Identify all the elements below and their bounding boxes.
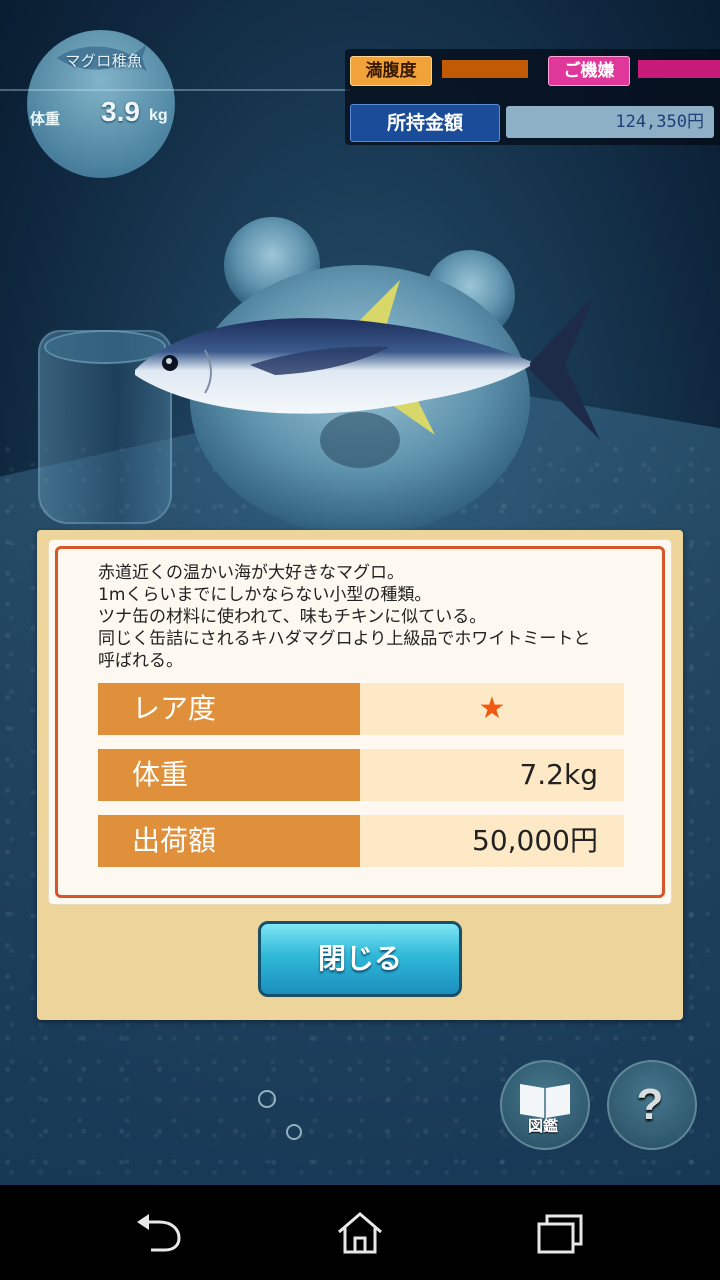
mood-bar <box>638 60 720 78</box>
help-icon: ? <box>636 1080 664 1129</box>
rarity-label: レア度 <box>98 683 360 735</box>
price-row: 出荷額 50,000円 <box>98 815 624 867</box>
price-label: 出荷額 <box>98 815 360 867</box>
hunger-label: 満腹度 <box>350 56 432 86</box>
home-icon[interactable] <box>335 1210 385 1256</box>
fish-description: 赤道近くの温かい海が大好きなマグロ。 1mくらいまでにしかならない小型の種類。 … <box>98 563 591 671</box>
weight-row: 体重 7.2kg <box>98 749 624 801</box>
weight-label: 体重 <box>30 110 61 128</box>
rarity-row: レア度 ★ <box>98 683 624 735</box>
weight-unit: kg <box>149 107 168 124</box>
bubble <box>258 1090 276 1108</box>
recent-apps-icon[interactable] <box>535 1210 585 1256</box>
close-button[interactable]: 閉じる <box>258 921 462 997</box>
bubble <box>286 1124 302 1140</box>
money-value: 124,350円 <box>506 106 714 138</box>
encyclopedia-label: 図鑑 <box>527 1117 558 1135</box>
fish-name: マグロ稚魚 <box>65 52 143 70</box>
tuna-fish <box>135 280 600 440</box>
weight-row-value: 7.2kg <box>360 749 624 801</box>
encyclopedia-button[interactable] <box>500 1060 590 1150</box>
back-icon[interactable] <box>135 1210 185 1256</box>
weight-row-label: 体重 <box>98 749 360 801</box>
hunger-bar <box>442 60 528 78</box>
hud-divider <box>0 89 350 91</box>
price-value: 50,000円 <box>360 815 624 867</box>
money-label: 所持金額 <box>350 104 500 142</box>
mood-label: ご機嫌 <box>548 56 630 86</box>
rarity-value: ★ <box>360 683 624 735</box>
weight-value: 3.9 <box>101 96 140 127</box>
